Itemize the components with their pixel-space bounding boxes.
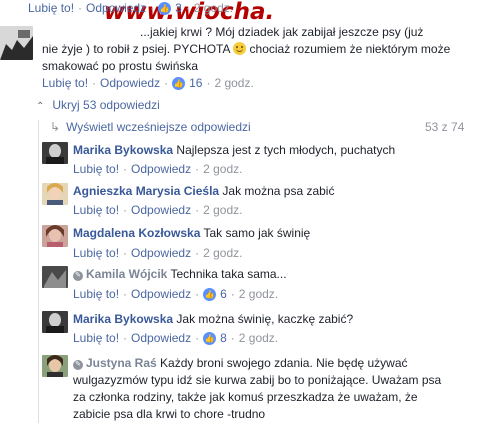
reply-link[interactable]: Odpowiedz (131, 203, 191, 217)
reply-content: Magdalena Kozłowska Tak samo jak świnię (73, 225, 310, 242)
hide-replies-label: Ukryj 53 odpowiedzi (52, 98, 160, 112)
timestamp[interactable]: 2 godz. (214, 76, 253, 90)
view-earlier-replies[interactable]: ↳ Wyświetl wcześniejsze odpowiedzi (50, 119, 480, 136)
main-comment-line-2: nie żyje ) to robił z psiej. PYCHOTA (42, 42, 230, 56)
avatar[interactable] (42, 225, 68, 247)
top-comment-actions: Lubię to! · Odpowiedz · 👍 3 · 2 godz. (28, 1, 234, 15)
timestamp[interactable]: 2 godz. (239, 331, 278, 345)
reply-link[interactable]: Odpowiedz (131, 331, 191, 345)
like-link[interactable]: Lubię to! (28, 1, 74, 15)
edit-icon: ✎ (73, 360, 83, 370)
timestamp[interactable]: 2 godz. (203, 162, 242, 176)
reply-text: Tak samo jak świnię (203, 226, 311, 240)
chevron-up-icon: ⌃ (36, 101, 45, 112)
timestamp[interactable]: 2 godz. (203, 246, 242, 260)
reply-actions: Lubię to! · Odpowiedz · 2 godz. (73, 203, 243, 217)
avatar[interactable] (42, 142, 68, 164)
like-reaction-icon: 👍 (203, 287, 217, 301)
reply-text-line-3: za członka rodziny, także jak komuś prze… (73, 390, 418, 404)
like-link[interactable]: Lubię to! (73, 331, 119, 345)
timestamp[interactable]: 2 godz. (194, 1, 233, 15)
reply-text: Najlepsza jest z tych młodych, puchatych (176, 143, 396, 157)
reply-arrow-icon: ↳ (50, 120, 61, 134)
main-comment-actions: Lubię to! · Odpowiedz · 👍 16 · 2 godz. (42, 76, 254, 90)
reply-link[interactable]: Odpowiedz (100, 76, 160, 90)
avatar[interactable] (42, 311, 68, 333)
main-comment-line-3: smakować po prostu świńska (42, 59, 199, 73)
reply-actions: Lubię to! · Odpowiedz · 👍 6 · 2 godz. (73, 287, 279, 301)
replies-count: 53 z 74 (425, 120, 465, 134)
smiley-emoji-icon (233, 42, 247, 55)
timestamp[interactable]: 2 godz. (239, 287, 278, 301)
avatar[interactable] (42, 266, 68, 288)
reply-link[interactable]: Odpowiedz (131, 162, 191, 176)
reply-link[interactable]: Odpowiedz (86, 1, 146, 15)
author-name[interactable]: Kamila Wójcik (86, 267, 167, 281)
reply-text-line-4: zabicie psa dla krwi to chore -trudno (73, 407, 266, 421)
author-name[interactable]: Magdalena Kozłowska (73, 226, 200, 240)
author-name[interactable]: Marika Bykowska (73, 143, 173, 157)
reply-content: ✎ Kamila Wójcik Technika taka sama... (73, 266, 287, 283)
edit-icon: ✎ (73, 271, 83, 281)
reply-actions: Lubię to! · Odpowiedz · 2 godz. (73, 246, 243, 260)
hide-replies-toggle[interactable]: ⌃ Ukryj 53 odpowiedzi (36, 97, 160, 115)
avatar[interactable] (0, 26, 33, 60)
author-name[interactable]: Marika Bykowska (73, 312, 173, 326)
reply-text-line-1: Każdy broni swojego zdania. Nie będę uży… (160, 356, 408, 370)
like-reaction-icon: 👍 (172, 76, 186, 90)
like-link[interactable]: Lubię to! (73, 287, 119, 301)
main-comment-line-1: ...jakiej krwi ? Mój dziadek jak zabijał… (140, 25, 424, 39)
avatar[interactable] (42, 183, 68, 205)
thread-line (38, 120, 39, 423)
main-comment-text: ...jakiej krwi ? Mój dziadek jak zabijał… (42, 24, 494, 75)
reply-link[interactable]: Odpowiedz (131, 287, 191, 301)
like-link[interactable]: Lubię to! (73, 203, 119, 217)
reply-actions: Lubię to! · Odpowiedz · 👍 8 · 2 godz. (73, 331, 279, 345)
timestamp[interactable]: 2 godz. (203, 203, 242, 217)
like-reaction-icon: 👍 (158, 1, 172, 15)
author-name[interactable]: Justyna Raś (86, 356, 157, 370)
reaction-count[interactable]: 6 (220, 287, 227, 301)
reaction-count[interactable]: 8 (220, 331, 227, 345)
like-link[interactable]: Lubię to! (73, 246, 119, 260)
reply-content: Agnieszka Marysia Cieśla Jak można psa z… (73, 183, 334, 200)
author-name[interactable]: Agnieszka Marysia Cieśla (73, 184, 219, 198)
view-earlier-label: Wyświetl wcześniejsze odpowiedzi (66, 120, 251, 134)
avatar[interactable] (42, 355, 68, 377)
like-link[interactable]: Lubię to! (73, 162, 119, 176)
reply-text-line-2: wulgazyzmów typu idź sie kurwa zabij bo … (73, 373, 442, 387)
reply-content: Marika Bykowska Najlepsza jest z tych mł… (73, 142, 395, 159)
reply-text: Jak można świnię, kaczkę zabić? (176, 312, 354, 326)
like-link[interactable]: Lubię to! (42, 76, 88, 90)
like-reaction-icon: 👍 (203, 331, 217, 345)
reaction-count[interactable]: 3 (175, 1, 182, 15)
reply-link[interactable]: Odpowiedz (131, 246, 191, 260)
reply-text: Jak można psa zabić (222, 184, 335, 198)
reply-text: Technika taka sama... (170, 267, 287, 281)
reply-content: ✎ Justyna Raś Każdy broni swojego zdania.… (73, 355, 491, 423)
main-comment-line-2b: chociaż rozumiem że niektórym może (249, 42, 451, 56)
reply-actions: Lubię to! · Odpowiedz · 2 godz. (73, 162, 243, 176)
reaction-count[interactable]: 16 (189, 76, 202, 90)
reply-content: Marika Bykowska Jak można świnię, kaczkę… (73, 311, 353, 328)
